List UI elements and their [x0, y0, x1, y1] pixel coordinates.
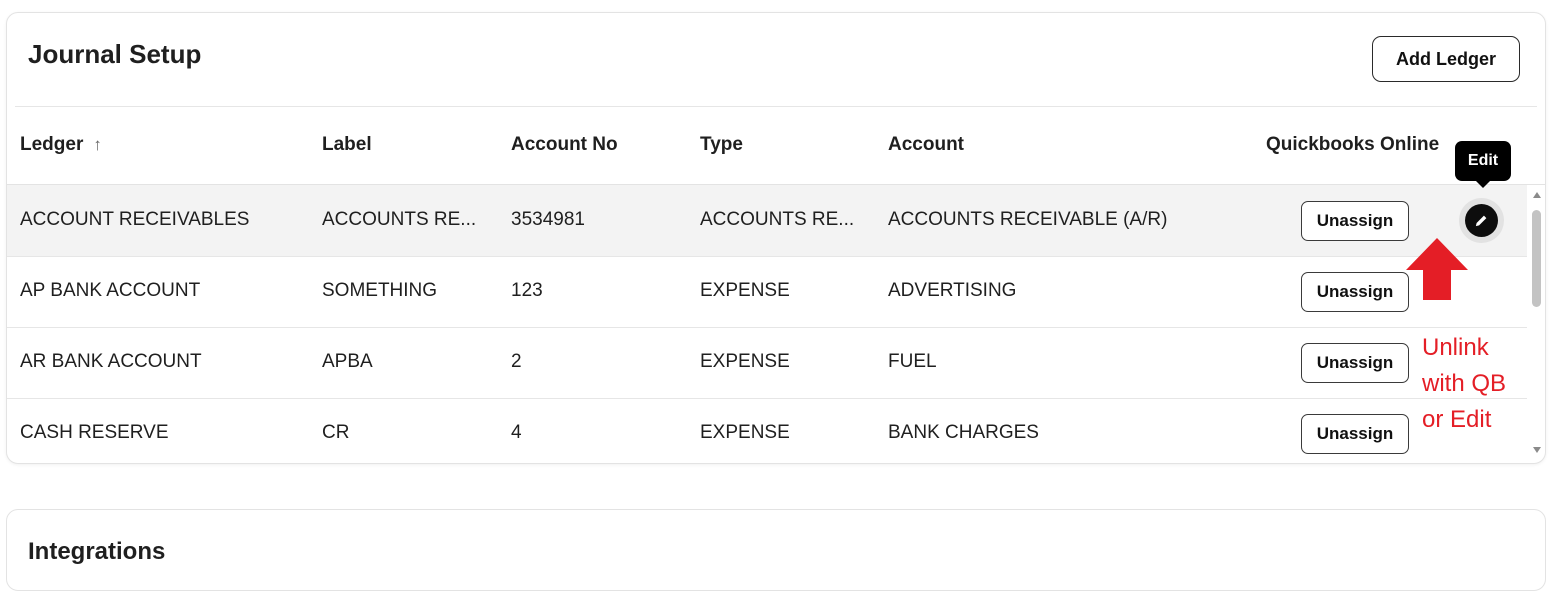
cell-account-no: 2: [511, 351, 522, 372]
column-header-quickbooks-online: Quickbooks Online: [1266, 134, 1440, 155]
column-header-account-no[interactable]: Account No: [511, 134, 618, 156]
cell-ledger: CASH RESERVE: [20, 422, 169, 443]
scroll-down-arrow-icon[interactable]: [1533, 447, 1541, 453]
cell-account: ACCOUNTS RECEIVABLE (A/R): [888, 209, 1168, 230]
annotation-text: Unlink with QB or Edit: [1422, 334, 1507, 433]
cell-type: EXPENSE: [700, 351, 790, 372]
column-header-account[interactable]: Account: [888, 134, 964, 156]
cell-ledger: ACCOUNT RECEIVABLES: [20, 209, 250, 230]
table-scrollbar[interactable]: [1529, 186, 1545, 463]
cell-type: ACCOUNTS RE...: [700, 209, 855, 230]
journal-setup-card: Journal Setup Add Ledger Ledger ↑ Label A…: [6, 12, 1546, 464]
cell-label: CR: [322, 422, 350, 443]
table-row[interactable]: AP BANK ACCOUNT SOMETHING 123 EXPENSE AD…: [7, 256, 1527, 328]
table-row[interactable]: ACCOUNT RECEIVABLES ACCOUNTS RE... 35349…: [7, 185, 1527, 257]
column-header-ledger[interactable]: Ledger ↑: [20, 134, 102, 156]
column-header-label[interactable]: Label: [322, 134, 372, 156]
unassign-button[interactable]: Unassign: [1301, 414, 1409, 454]
edit-button[interactable]: [1465, 204, 1498, 237]
cell-account-no: 4: [511, 422, 522, 443]
cell-type: EXPENSE: [700, 422, 790, 443]
cell-ledger: AR BANK ACCOUNT: [20, 351, 202, 372]
journal-setup-title: Journal Setup: [28, 39, 202, 69]
scrollbar-thumb[interactable]: [1532, 210, 1541, 307]
cell-account-no: 3534981: [511, 209, 585, 230]
table-row[interactable]: CASH RESERVE CR 4 EXPENSE BANK CHARGES U…: [7, 398, 1527, 463]
integrations-title: Integrations: [28, 538, 166, 565]
cell-label: SOMETHING: [322, 280, 438, 301]
scroll-up-arrow-icon[interactable]: [1533, 192, 1541, 198]
cell-type: EXPENSE: [700, 280, 790, 301]
unassign-button[interactable]: Unassign: [1301, 343, 1409, 383]
integrations-card: Integrations: [6, 509, 1546, 591]
cell-account-no: 123: [511, 280, 543, 301]
pencil-icon: [1475, 215, 1487, 227]
cell-label: APBA: [322, 351, 373, 372]
table-row[interactable]: AR BANK ACCOUNT APBA 2 EXPENSE FUEL Unas…: [7, 327, 1527, 399]
cell-account: BANK CHARGES: [888, 422, 1039, 443]
unassign-button[interactable]: Unassign: [1301, 201, 1409, 241]
edit-tooltip: Edit: [1455, 141, 1511, 188]
red-arrow-up-icon: [1406, 238, 1468, 300]
cell-account: FUEL: [888, 351, 937, 372]
cell-label: ACCOUNTS RE...: [322, 209, 477, 230]
cell-account: ADVERTISING: [888, 280, 1017, 301]
arrow-up-icon: ↑: [93, 135, 102, 154]
unassign-button[interactable]: Unassign: [1301, 272, 1409, 312]
table-header: Ledger ↑ Label Account No Type Account Qu…: [7, 107, 1545, 185]
column-header-type[interactable]: Type: [700, 134, 743, 156]
add-ledger-button[interactable]: Add Ledger: [1372, 36, 1520, 82]
cell-ledger: AP BANK ACCOUNT: [20, 280, 201, 301]
